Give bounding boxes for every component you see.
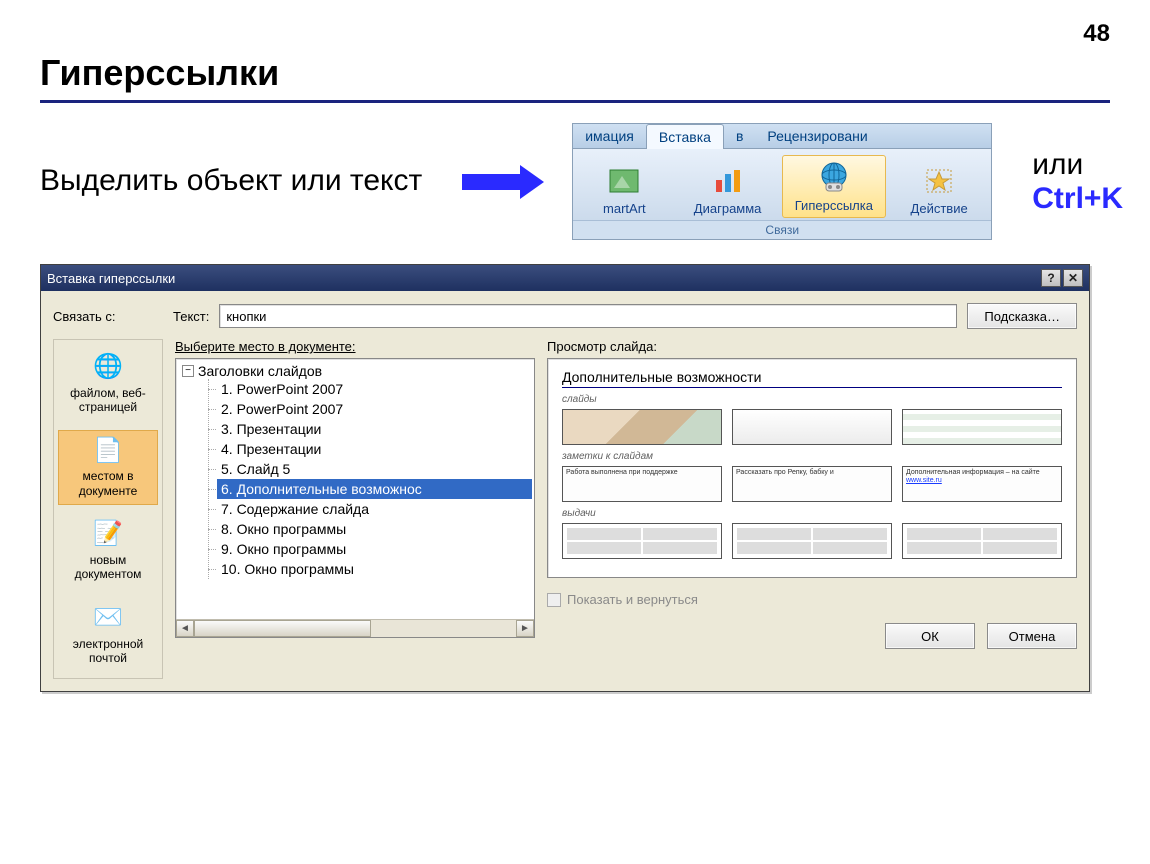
dialog-title: Вставка гиперссылки (47, 271, 175, 286)
ribbon-button-label: Гиперссылка (789, 198, 879, 213)
intro-text: Выделить объект или текст (40, 161, 422, 202)
preview-section-handouts: выдачи (562, 508, 1062, 519)
sidebar-item-label: электронной почтой (73, 637, 143, 665)
cancel-button[interactable]: Отмена (987, 623, 1077, 649)
tree-root-label: Заголовки слайдов (198, 363, 322, 379)
show-and-return-label: Показать и вернуться (567, 592, 698, 607)
horizontal-scrollbar[interactable]: ◄ ► (176, 619, 534, 637)
tree-item[interactable]: 4. Презентации (217, 439, 532, 459)
ribbon-group-label: Связи (573, 220, 991, 239)
preview-note-card: Дополнительная информация – на сайтеwww.… (902, 466, 1062, 502)
document-places-tree[interactable]: − Заголовки слайдов 1. PowerPoint 20072.… (175, 358, 535, 638)
preview-handout-thumb (562, 523, 722, 559)
text-to-display-input[interactable] (219, 304, 957, 328)
smartart-icon (579, 161, 669, 201)
preview-thumb (732, 409, 892, 445)
choose-place-label: Выберите место в документе: (175, 339, 535, 354)
shortcut-text: или Ctrl+K (1032, 148, 1123, 216)
globe-link-icon (789, 158, 879, 198)
sidebar-item-label: новым документом (75, 553, 142, 581)
sidebar-item-email[interactable]: ✉️ электронной почтой (58, 597, 158, 673)
action-icon (894, 161, 984, 201)
scroll-right-icon[interactable]: ► (516, 620, 534, 637)
ribbon-button-label: martArt (579, 201, 669, 216)
new-doc-icon: 📝 (61, 520, 155, 549)
preview-slide-title: Дополнительные возможности (562, 369, 1062, 388)
show-and-return-checkbox (547, 593, 561, 607)
sidebar-item-file-webpage[interactable]: 🌐 файлом, веб-страницей (58, 346, 158, 422)
tree-item[interactable]: 8. Окно программы (217, 519, 532, 539)
preview-note-card: Рассказать про Репку, бабку и (732, 466, 892, 502)
sidebar-item-place-in-document[interactable]: 📄 местом в документе (58, 430, 158, 506)
tree-item[interactable]: 7. Содержание слайда (217, 499, 532, 519)
tree-item[interactable]: 10. Окно программы (217, 559, 532, 579)
tree-item[interactable]: 3. Презентации (217, 419, 532, 439)
ribbon-button-chart[interactable]: Диаграмма (676, 159, 779, 220)
tree-item[interactable]: 6. Дополнительные возможнос (217, 479, 532, 499)
tree-item[interactable]: 9. Окно программы (217, 539, 532, 559)
page-number: 48 (40, 20, 1110, 48)
link-to-label: Связать с: (53, 309, 163, 324)
sidebar-item-label: местом в документе (79, 469, 138, 497)
preview-handout-thumb (902, 523, 1062, 559)
help-button[interactable]: ? (1041, 269, 1061, 287)
email-icon: ✉️ (61, 604, 155, 633)
ribbon-button-label: Диаграмма (682, 201, 772, 216)
text-label: Текст: (173, 309, 209, 324)
scroll-left-icon[interactable]: ◄ (176, 620, 194, 637)
preview-section-notes: заметки к слайдам (562, 451, 1062, 462)
ribbon-tab-review[interactable]: Рецензировани (755, 124, 879, 148)
insert-hyperlink-dialog: Вставка гиперссылки ? ✕ Связать с: Текст… (40, 264, 1090, 692)
tree-collapse-icon[interactable]: − (182, 365, 194, 377)
shortcut-key: Ctrl+K (1032, 182, 1123, 215)
tree-item[interactable]: 2. PowerPoint 2007 (217, 399, 532, 419)
tree-item[interactable]: 1. PowerPoint 2007 (217, 379, 532, 399)
ribbon-fragment: имация Вставка в Рецензировани martArt Д… (572, 123, 992, 240)
close-button[interactable]: ✕ (1063, 269, 1083, 287)
hint-button[interactable]: Подсказка… (967, 303, 1077, 329)
ribbon-button-action[interactable]: Действие (888, 159, 991, 220)
preview-handout-thumb (732, 523, 892, 559)
sidebar-item-new-document[interactable]: 📝 новым документом (58, 513, 158, 589)
chart-icon (682, 161, 772, 201)
ribbon-button-smartart[interactable]: martArt (573, 159, 676, 220)
sidebar-item-label: файлом, веб-страницей (70, 386, 146, 414)
shortcut-prefix: или (1032, 148, 1083, 181)
arrow-icon (462, 167, 552, 197)
ribbon-tab-view-letter[interactable]: в (724, 124, 755, 148)
tree-item[interactable]: 5. Слайд 5 (217, 459, 532, 479)
ribbon-button-hyperlink[interactable]: Гиперссылка (782, 155, 886, 218)
ribbon-button-label: Действие (894, 201, 984, 216)
ribbon-tab-animation[interactable]: имация (573, 124, 646, 148)
scroll-thumb[interactable] (194, 620, 371, 637)
place-in-doc-icon: 📄 (61, 437, 155, 466)
ok-button[interactable]: ОК (885, 623, 975, 649)
page-title: Гиперссылки (40, 52, 1110, 103)
preview-thumb (562, 409, 722, 445)
ribbon-tab-insert[interactable]: Вставка (646, 124, 724, 149)
preview-note-card: Работа выполнена при поддержке (562, 466, 722, 502)
file-web-icon: 🌐 (61, 353, 155, 382)
preview-section-slides: слайды (562, 394, 1062, 405)
preview-label: Просмотр слайда: (547, 339, 1077, 354)
link-to-sidebar: 🌐 файлом, веб-страницей 📄 местом в докум… (53, 339, 163, 679)
slide-preview: Дополнительные возможности слайды заметк… (547, 358, 1077, 578)
preview-thumb (902, 409, 1062, 445)
